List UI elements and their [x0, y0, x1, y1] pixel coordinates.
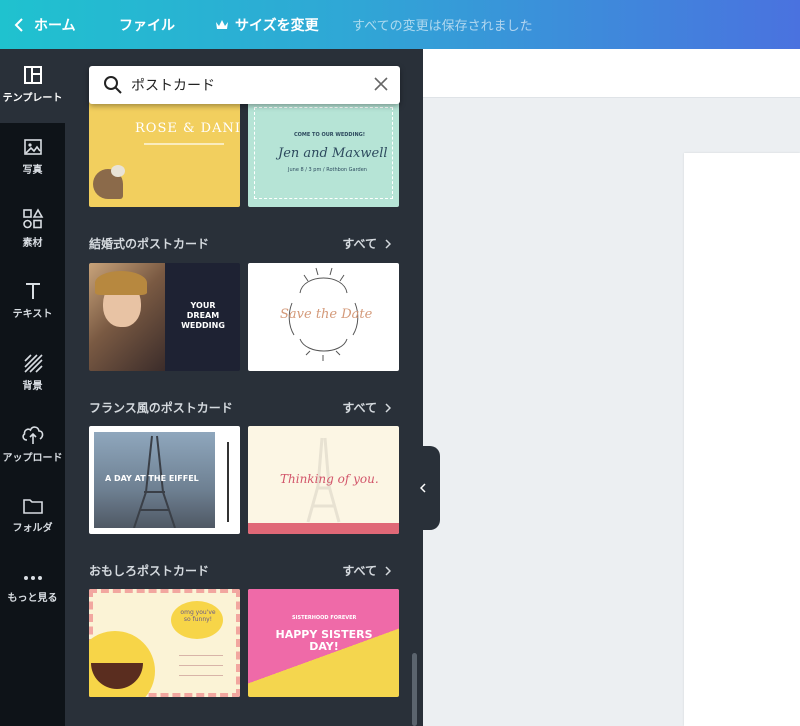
- address-line: [179, 675, 223, 676]
- sidebar-item-folders[interactable]: フォルダ: [0, 497, 65, 534]
- sidebar-item-text[interactable]: テキスト: [0, 281, 65, 320]
- address-line: [179, 655, 223, 656]
- templates-panel: ROSE & DANIEL COME TO OUR WEDDING! Jen a…: [65, 49, 423, 726]
- chevron-right-icon: [385, 402, 391, 413]
- more-icon: [23, 576, 42, 580]
- resize-button[interactable]: サイズを変更: [215, 15, 319, 35]
- template-rose-daniel[interactable]: ROSE & DANIEL: [89, 99, 240, 207]
- template-title: HAPPY SISTERS DAY!: [275, 628, 373, 653]
- see-all-french-button[interactable]: すべて: [342, 399, 391, 416]
- template-funny[interactable]: omg you've so funny!: [89, 589, 240, 697]
- resize-label: サイズを変更: [235, 17, 319, 34]
- template-title: Jen and Maxwell: [278, 146, 388, 161]
- see-all-label: すべて: [342, 401, 377, 415]
- template-title: A DAY AT THE EIFFEL: [105, 474, 199, 483]
- sidebar-item-label: 写真: [22, 165, 43, 176]
- sidebar-item-label: テンプレート: [2, 93, 63, 104]
- sidebar-item-uploads[interactable]: アップロード: [0, 425, 65, 464]
- text-line: [144, 143, 224, 145]
- collapse-panel-button[interactable]: [408, 446, 440, 530]
- design-page[interactable]: [684, 153, 800, 726]
- sidebar-item-templates[interactable]: テンプレート: [0, 49, 65, 123]
- see-all-label: すべて: [342, 564, 377, 578]
- home-label: ホーム: [34, 17, 76, 34]
- search-input[interactable]: [131, 72, 361, 98]
- see-all-wedding-button[interactable]: すべて: [342, 235, 391, 252]
- sidebar-item-label: アップロード: [2, 453, 63, 464]
- elements-icon: [22, 208, 43, 229]
- template-title: Save the Date: [280, 307, 373, 322]
- divider-line: [227, 442, 229, 522]
- template-sisters-day[interactable]: SISTERHOOD FOREVER HAPPY SISTERS DAY!: [248, 589, 399, 697]
- sidebar-item-label: テキスト: [12, 309, 53, 320]
- sidebar-item-label: もっと見る: [7, 593, 58, 604]
- template-kicker: SISTERHOOD FOREVER: [292, 615, 357, 621]
- sidebar-item-label: 素材: [22, 238, 43, 249]
- sidebar-item-background[interactable]: 背景: [0, 353, 65, 392]
- footer-bar: [248, 523, 399, 534]
- template-save-the-date[interactable]: Save the Date: [248, 263, 399, 371]
- home-button[interactable]: ホーム: [14, 15, 76, 35]
- address-line: [179, 665, 223, 666]
- panel-scrollbar[interactable]: [412, 653, 417, 726]
- sidebar-item-label: 背景: [22, 381, 43, 392]
- section-title-french: フランス風のポストカード: [89, 401, 233, 415]
- close-icon[interactable]: [374, 77, 388, 91]
- sidebar-rail: テンプレート 写真 素材 テキスト 背景 アップロード フォルダ もっと見る: [0, 49, 65, 726]
- top-bar: ホーム ファイル サイズを変更 すべての変更は保存されました: [0, 0, 800, 49]
- search-box: [89, 66, 400, 104]
- see-all-label: すべて: [342, 237, 377, 251]
- template-title: Thinking of you.: [280, 472, 379, 486]
- template-dream-wedding[interactable]: YOUR DREAM WEDDING: [89, 263, 240, 371]
- editor-toolbar: [423, 49, 800, 98]
- template-eiffel[interactable]: A DAY AT THE EIFFEL: [89, 426, 240, 534]
- chevron-left-icon: [420, 483, 426, 493]
- text-icon: [25, 283, 40, 299]
- upload-icon: [21, 426, 43, 444]
- file-label: ファイル: [119, 17, 175, 34]
- template-icon: [23, 66, 42, 84]
- template-kicker: COME TO OUR WEDDING!: [294, 132, 366, 138]
- template-subtitle: June 8 / 3 pm / Rothbon Garden: [288, 167, 367, 173]
- search-icon: [104, 76, 122, 94]
- see-all-funny-button[interactable]: すべて: [342, 562, 391, 579]
- template-title: ROSE & DANIEL: [135, 121, 240, 136]
- sidebar-item-elements[interactable]: 素材: [0, 208, 65, 249]
- section-title-funny: おもしろポストカード: [89, 564, 210, 578]
- background-icon: [23, 354, 43, 373]
- sidebar-item-label: フォルダ: [12, 523, 53, 534]
- folder-icon: [22, 499, 43, 514]
- sidebar-item-photos[interactable]: 写真: [0, 137, 65, 176]
- chevron-right-icon: [385, 238, 391, 249]
- file-menu-button[interactable]: ファイル: [119, 15, 175, 35]
- template-thinking-of-you[interactable]: Thinking of you.: [248, 426, 399, 534]
- photo-icon: [23, 139, 42, 155]
- hair-shape: [95, 271, 147, 295]
- chevron-left-icon: [14, 17, 23, 32]
- crown-icon: [216, 19, 228, 29]
- template-title: omg you've so funny!: [180, 609, 216, 623]
- template-jen-maxwell[interactable]: COME TO OUR WEDDING! Jen and Maxwell Jun…: [248, 99, 399, 207]
- template-title: YOUR DREAM WEDDING: [181, 301, 225, 330]
- section-title-wedding: 結婚式のポストカード: [89, 237, 210, 251]
- save-status: すべての変更は保存されました: [352, 19, 533, 34]
- bird-head: [111, 165, 125, 177]
- chevron-right-icon: [385, 565, 391, 576]
- sidebar-item-more[interactable]: もっと見る: [0, 571, 65, 604]
- editor-canvas-area: [423, 49, 800, 726]
